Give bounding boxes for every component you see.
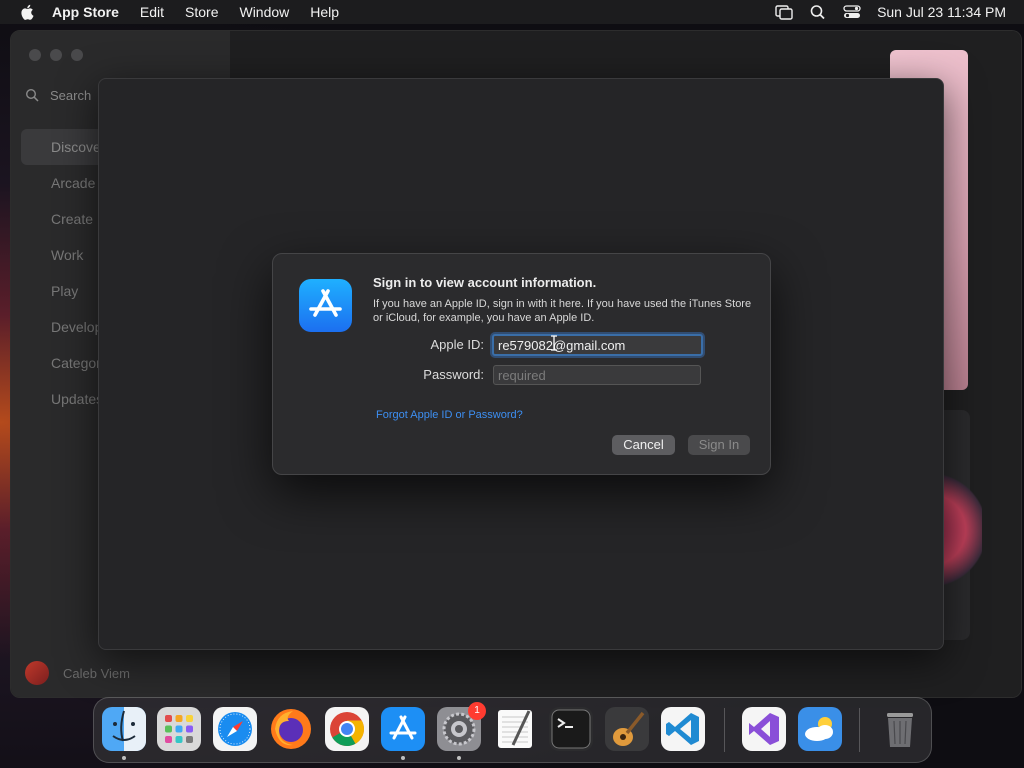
- apple-menu-icon[interactable]: [18, 3, 38, 21]
- menu-edit[interactable]: Edit: [140, 4, 164, 20]
- terminal-icon[interactable]: [549, 707, 593, 751]
- menu-app-name[interactable]: App Store: [52, 4, 119, 20]
- dock: [93, 697, 932, 763]
- app-store-icon: [299, 279, 352, 332]
- window-controls: [29, 49, 92, 61]
- search-icon: [25, 88, 39, 102]
- finder-running-dot: [122, 756, 126, 760]
- close-button[interactable]: [29, 49, 41, 61]
- text-cursor-icon: [551, 335, 557, 351]
- dock-separator: [724, 708, 725, 752]
- dialog-message: If you have an Apple ID, sign in with it…: [373, 298, 752, 324]
- account-name: Caleb Viem: [63, 665, 130, 681]
- zoom-button[interactable]: [71, 49, 83, 61]
- system-settings-running-dot: [457, 756, 461, 760]
- dialog-title: Sign in to view account information.: [373, 275, 597, 290]
- launchpad-icon[interactable]: [157, 707, 201, 751]
- settings-notification-badge: 1: [468, 702, 486, 720]
- menu-help[interactable]: Help: [310, 4, 339, 20]
- chrome-icon[interactable]: [325, 707, 369, 751]
- dock-separator-trash: [859, 708, 860, 752]
- menu-window[interactable]: Window: [239, 4, 289, 20]
- search-placeholder: Search: [50, 87, 92, 103]
- minimize-button[interactable]: [50, 49, 62, 61]
- apple-id-label: Apple ID:: [430, 337, 484, 352]
- textedit-icon[interactable]: [493, 707, 537, 751]
- forgot-apple-id-link[interactable]: Forgot Apple ID or Password?: [376, 409, 523, 421]
- garageband-icon[interactable]: [605, 707, 649, 751]
- password-label: Password:: [423, 367, 484, 382]
- spotlight-search-icon[interactable]: [809, 4, 827, 20]
- app-store-running-dot: [401, 756, 405, 760]
- apple-id-field[interactable]: [492, 334, 703, 356]
- screen-mirroring-icon[interactable]: [775, 4, 793, 20]
- menu-bar: App Store Edit Store Window Help Sun Jul…: [0, 0, 1024, 24]
- password-field[interactable]: [493, 365, 701, 385]
- sidebar-account[interactable]: Caleb Viem: [25, 661, 130, 685]
- menu-store[interactable]: Store: [185, 4, 218, 20]
- control-center-icon[interactable]: [843, 4, 861, 20]
- sign-in-dialog: Sign in to view account information. If …: [272, 253, 771, 475]
- app-store-dock-icon[interactable]: [381, 707, 425, 751]
- firefox-icon[interactable]: [269, 707, 313, 751]
- weather-icon[interactable]: [798, 707, 842, 751]
- finder-icon[interactable]: [102, 707, 146, 751]
- sign-in-button[interactable]: Sign In: [688, 435, 750, 455]
- trash-icon[interactable]: [878, 707, 922, 751]
- avatar: [25, 661, 49, 685]
- vscode-icon[interactable]: [661, 707, 705, 751]
- safari-icon[interactable]: [213, 707, 257, 751]
- visual-studio-icon[interactable]: [742, 707, 786, 751]
- menu-clock[interactable]: Sun Jul 23 11:34 PM: [877, 4, 1006, 20]
- cancel-button[interactable]: Cancel: [612, 435, 675, 455]
